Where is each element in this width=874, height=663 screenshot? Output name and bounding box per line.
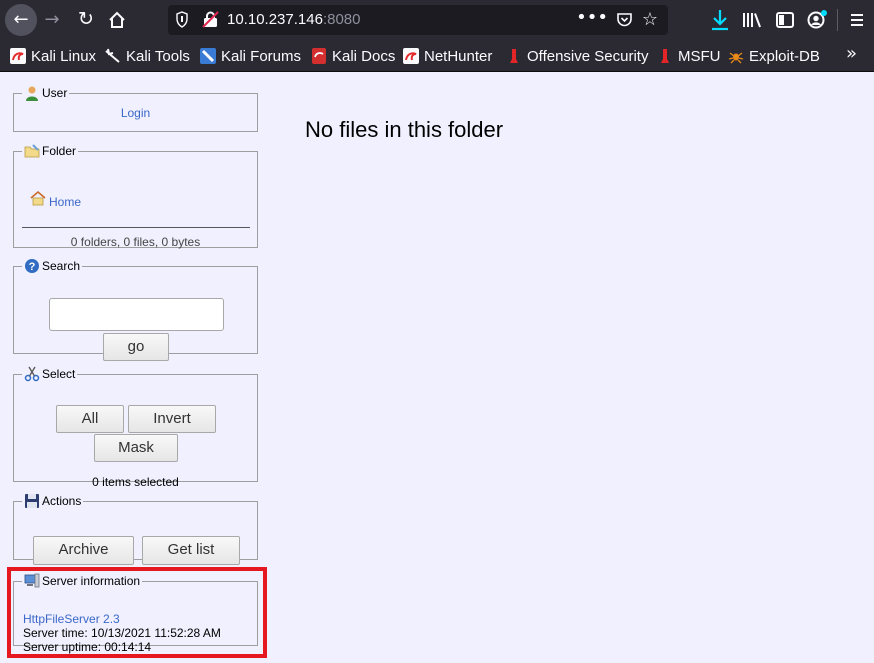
select-all-button[interactable]: All [56, 405, 124, 433]
url-host: 10.10.237.146 [227, 11, 323, 28]
help-icon: ? [25, 259, 39, 273]
reload-button[interactable]: ↻ [72, 4, 100, 36]
select-panel-legend: Select [22, 366, 77, 382]
floppy-disk-icon [25, 494, 39, 508]
offsec-icon [510, 49, 518, 63]
selection-status: 0 items selected [92, 475, 179, 489]
hamburger-menu-icon [851, 14, 863, 26]
bookmark-exploit-db[interactable]: Exploit-DB [728, 47, 820, 65]
actions-panel-legend: Actions [22, 493, 83, 509]
kali-docs-icon [312, 48, 326, 64]
bookmark-kali-forums[interactable]: Kali Forums [200, 47, 301, 65]
user-icon [26, 86, 38, 101]
exploit-db-spider-icon [728, 52, 744, 64]
bookmarks-overflow-icon[interactable]: » [846, 43, 857, 64]
forward-button[interactable]: → [38, 4, 66, 36]
folder-panel-legend: Folder [22, 143, 78, 159]
kali-dragon-icon [10, 48, 26, 64]
library-icon [743, 13, 761, 28]
get-list-button[interactable]: Get list [142, 536, 240, 565]
invert-selection-button[interactable]: Invert [128, 405, 216, 433]
shield-icon [176, 11, 188, 28]
home-link[interactable]: Home [30, 187, 81, 209]
home-icon [109, 11, 125, 28]
back-button[interactable]: ← [5, 4, 37, 36]
page-actions-menu-icon[interactable]: ••• [576, 7, 608, 28]
library-button[interactable] [741, 8, 763, 32]
actions-panel: Actions Archive Get list [13, 493, 258, 565]
arrow-left-icon: ← [13, 9, 29, 30]
sidebar-icon [776, 12, 794, 28]
app-menu-button[interactable] [846, 8, 868, 32]
login-link[interactable]: Login [121, 106, 150, 120]
go-button[interactable]: go [103, 333, 169, 361]
bookmark-kali-linux[interactable]: Kali Linux [10, 47, 96, 65]
reload-icon: ↻ [78, 8, 94, 30]
folder-divider [22, 227, 250, 228]
toolbar-separator [837, 9, 838, 31]
url-bar[interactable]: 10.10.237.146:8080 ••• ☆ [168, 5, 668, 35]
folder-summary: 0 folders, 0 files, 0 bytes [70, 235, 201, 249]
nethunter-icon [403, 48, 419, 64]
kali-tools-icon [105, 48, 120, 63]
svg-text:?: ? [29, 261, 36, 273]
bookmark-msfu[interactable]: MSFU [657, 47, 721, 65]
search-panel: ? Search go [13, 258, 258, 361]
arrow-right-icon: → [44, 9, 60, 30]
pocket-icon[interactable] [617, 13, 632, 27]
kali-forums-icon [200, 48, 216, 64]
folder-icon [24, 144, 40, 158]
select-panel: Select All Invert Mask 0 items selected [13, 366, 258, 489]
insecure-lock-icon [202, 11, 219, 28]
bookmark-nethunter[interactable]: NetHunter [403, 47, 492, 65]
downloads-button[interactable] [708, 7, 732, 33]
bookmark-offensive-security[interactable]: Offensive Security [506, 47, 648, 65]
download-icon [712, 10, 728, 31]
user-panel: User Login [13, 85, 258, 132]
search-panel-legend: ? Search [22, 258, 82, 274]
server-info-highlight-box [7, 567, 267, 658]
mask-button[interactable]: Mask [94, 434, 178, 462]
empty-folder-message: No files in this folder [305, 117, 504, 142]
bookmark-kali-tools[interactable]: Kali Tools [105, 47, 190, 65]
folder-panel: Folder Home 0 folders, 0 files, 0 bytes [13, 143, 258, 249]
account-icon [807, 10, 827, 29]
search-input[interactable] [49, 298, 224, 331]
home-folder-icon [30, 190, 46, 206]
url-text[interactable]: 10.10.237.146:8080 [227, 11, 360, 28]
sidebar-button[interactable] [774, 8, 796, 32]
home-button[interactable] [103, 4, 131, 36]
bookmark-kali-docs[interactable]: Kali Docs [311, 47, 395, 65]
bookmark-star-icon[interactable]: ☆ [642, 9, 658, 30]
scissors-icon [24, 366, 40, 382]
account-button[interactable] [805, 8, 829, 32]
archive-button[interactable]: Archive [33, 536, 134, 565]
browser-toolbar: ← → ↻ 10.10.237.146:8080 ••• ☆ [0, 0, 874, 40]
user-panel-legend: User [22, 85, 69, 101]
url-port: :8080 [322, 11, 361, 28]
msfu-icon [661, 49, 669, 63]
